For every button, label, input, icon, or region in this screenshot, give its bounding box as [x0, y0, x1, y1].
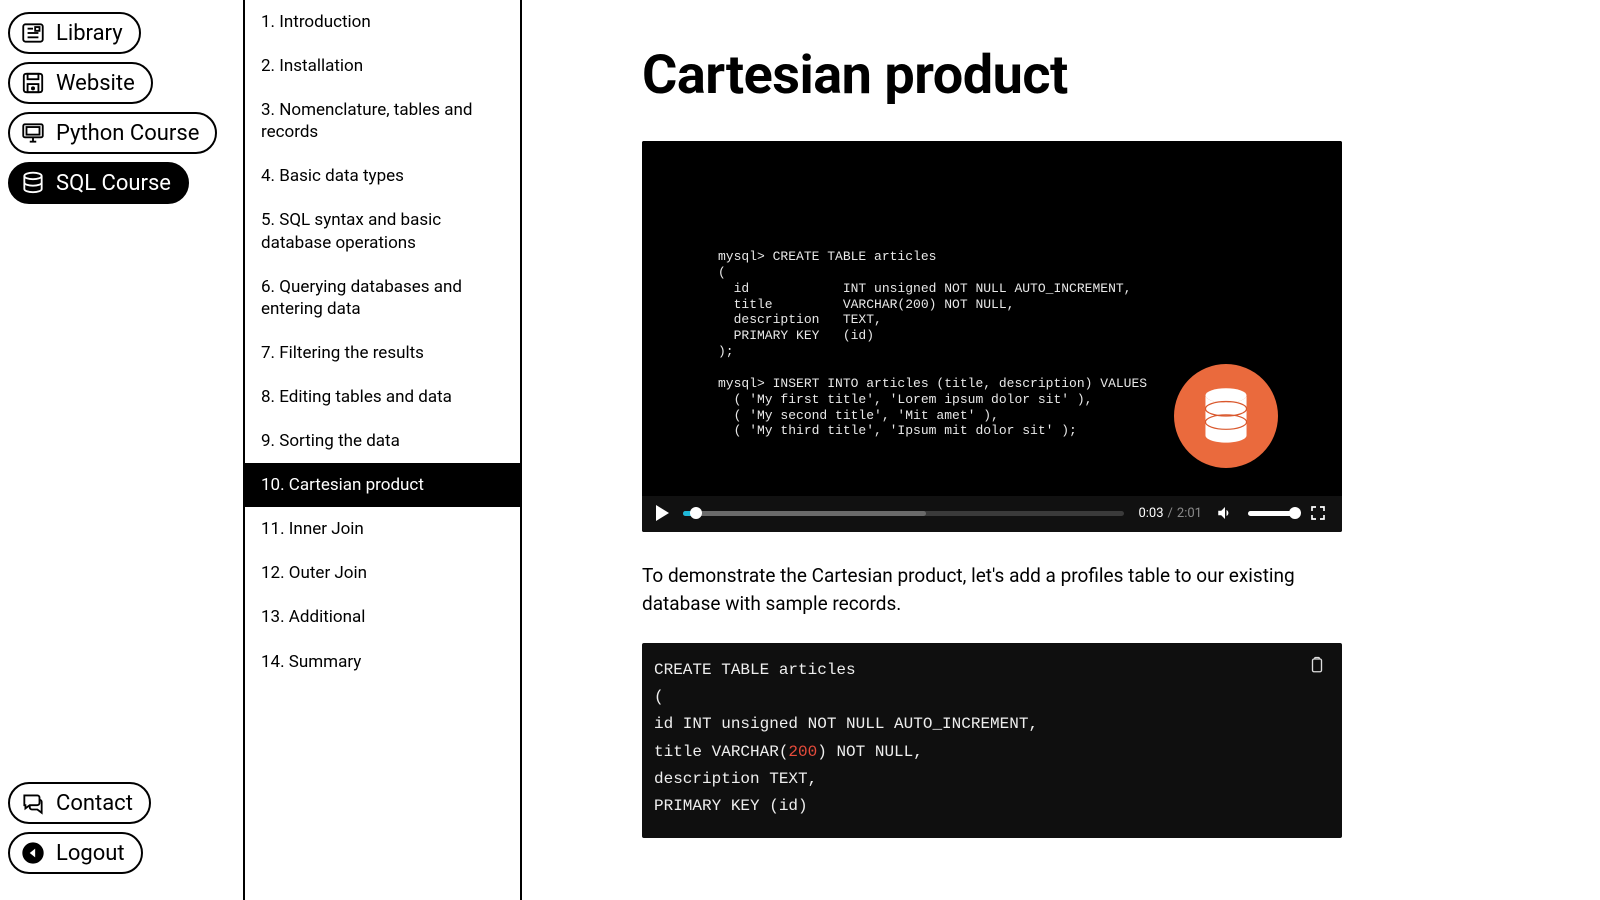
nav-website[interactable]: Website [8, 62, 153, 104]
code-line: ) NOT NULL, [817, 743, 923, 761]
lesson-item[interactable]: 8. Editing tables and data [245, 375, 520, 419]
nav-logout[interactable]: Logout [8, 832, 143, 874]
lesson-sidebar: 1. Introduction2. Installation3. Nomencl… [243, 0, 522, 900]
copy-code-button[interactable] [1308, 655, 1326, 685]
nav-label: Logout [56, 841, 125, 866]
mute-button[interactable] [1216, 504, 1234, 522]
seek-thumb[interactable] [690, 507, 702, 519]
code-line: PRIMARY KEY (id) [654, 797, 808, 815]
nav-contact[interactable]: Contact [8, 782, 151, 824]
chat-icon [20, 790, 46, 816]
code-block: CREATE TABLE articles ( id INT unsigned … [642, 643, 1342, 838]
lesson-item[interactable]: 6. Querying databases and entering data [245, 265, 520, 331]
seek-buffer [683, 511, 926, 516]
volume-bar[interactable] [1248, 511, 1296, 516]
video-duration: 2:01 [1177, 506, 1202, 521]
lesson-item[interactable]: 13. Additional [245, 595, 520, 639]
code-line: ( [654, 688, 664, 706]
lesson-item[interactable]: 9. Sorting the data [245, 419, 520, 463]
newspaper-icon [20, 20, 46, 46]
monitor-icon [20, 120, 46, 146]
database-icon [20, 170, 46, 196]
lesson-item[interactable]: 14. Summary [245, 640, 520, 684]
video-player: mysql> CREATE TABLE articles ( id INT un… [642, 141, 1342, 532]
left-rail: Library Website Python Course SQL Course Co… [0, 0, 243, 900]
nav-label: Contact [56, 791, 133, 816]
intro-paragraph: To demonstrate the Cartesian product, le… [642, 562, 1342, 617]
lesson-item[interactable]: 10. Cartesian product [245, 463, 520, 507]
arrow-circle-icon [20, 840, 46, 866]
nav-label: Library [56, 21, 123, 46]
nav-python-course[interactable]: Python Course [8, 112, 217, 154]
code-line: description TEXT, [654, 770, 817, 788]
lesson-item[interactable]: 5. SQL syntax and basic database operati… [245, 198, 520, 264]
content: Cartesian product mysql> CREATE TABLE ar… [522, 0, 1600, 900]
save-disk-icon [20, 70, 46, 96]
lesson-item[interactable]: 2. Installation [245, 44, 520, 88]
code-line: title VARCHAR( [654, 743, 788, 761]
lesson-item[interactable]: 1. Introduction [245, 0, 520, 44]
lesson-item[interactable]: 7. Filtering the results [245, 331, 520, 375]
nav-sql-course[interactable]: SQL Course [8, 162, 189, 204]
video-current-time: 0:03 [1138, 506, 1163, 521]
video-controls: 0:03 / 2:01 [642, 496, 1342, 532]
play-icon [656, 505, 669, 521]
nav-label: Website [56, 71, 135, 96]
left-rail-bottom: Contact Logout [8, 782, 235, 888]
nav-label: SQL Course [56, 171, 171, 196]
left-rail-top: Library Website Python Course SQL Course [8, 12, 235, 212]
video-time: 0:03 / 2:01 [1138, 506, 1202, 521]
volume-thumb[interactable] [1289, 507, 1301, 519]
lesson-item[interactable]: 4. Basic data types [245, 154, 520, 198]
code-line: id INT unsigned NOT NULL AUTO_INCREMENT, [654, 715, 1038, 733]
code-line: CREATE TABLE articles [654, 661, 856, 679]
code-number-literal: 200 [788, 743, 817, 761]
lesson-item[interactable]: 11. Inner Join [245, 507, 520, 551]
database-badge-icon [1174, 364, 1278, 468]
seek-bar[interactable] [683, 506, 1124, 520]
video-frame[interactable]: mysql> CREATE TABLE articles ( id INT un… [642, 141, 1342, 496]
lesson-item[interactable]: 3. Nomenclature, tables and records [245, 88, 520, 154]
nav-label: Python Course [56, 121, 199, 146]
page-title: Cartesian product [642, 44, 1480, 107]
lesson-item[interactable]: 12. Outer Join [245, 551, 520, 595]
play-button[interactable] [656, 505, 669, 521]
nav-library[interactable]: Library [8, 12, 141, 54]
fullscreen-button[interactable] [1310, 505, 1326, 521]
